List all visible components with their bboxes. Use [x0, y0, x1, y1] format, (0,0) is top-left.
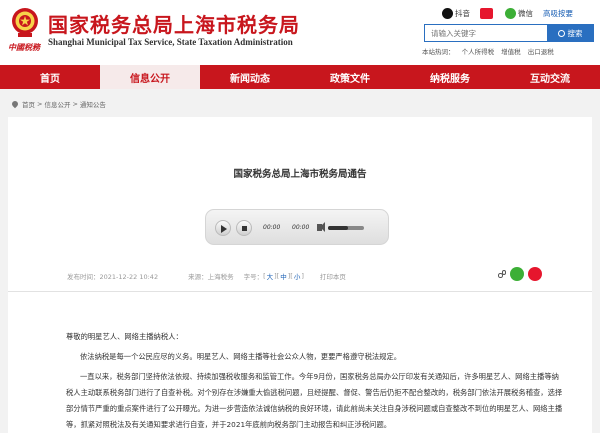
tax-emblem-icon: [12, 8, 38, 37]
wechat-share-icon[interactable]: [510, 267, 524, 281]
font-size-medium[interactable]: 中: [280, 271, 287, 281]
share-bar: [498, 267, 542, 281]
weibo-icon: [480, 7, 493, 19]
brand-calligraphy-mark: 中國税務: [8, 43, 40, 52]
nav-item-news[interactable]: 新闻动态: [200, 65, 300, 89]
location-icon: [10, 99, 20, 109]
hotwords: 本站热词： 个人所得税 增值税 出口退税: [422, 46, 559, 56]
site-subtitle: Shanghai Municipal Tax Service, State Ta…: [48, 37, 293, 47]
search-button-label: 搜索: [567, 28, 583, 38]
breadcrumb-info[interactable]: 信息公开: [44, 99, 70, 109]
hotword-link[interactable]: 出口退税: [528, 48, 554, 56]
audio-player: 00:00 00:00: [205, 209, 389, 245]
nav-item-home[interactable]: 首页: [0, 65, 100, 89]
volume-slider-fill: [328, 226, 348, 230]
duration-time: 00:00: [292, 224, 310, 231]
breadcrumb: 首页 > 信息公开 > 通知公告: [10, 99, 106, 109]
search-button[interactable]: 搜索: [547, 25, 593, 41]
search-box: 搜索: [424, 24, 594, 42]
share-icon[interactable]: [498, 270, 506, 278]
hotword-link[interactable]: 增值税: [501, 48, 521, 56]
douyin-label: 抖音: [455, 8, 470, 18]
volume-slider[interactable]: [328, 226, 364, 230]
article-source: 来源：上海税务: [188, 273, 234, 281]
nav-item-interaction[interactable]: 互动交流: [500, 65, 600, 89]
breadcrumb-home[interactable]: 首页: [22, 99, 35, 109]
douyin-icon: [442, 7, 453, 19]
wechat-label: 微信: [518, 8, 533, 18]
article-card: 国家税务总局上海市税务局通告 00:00 00:00 发布时间：2021-12-…: [8, 117, 592, 433]
site-title: 国家税务总局上海市税务局: [48, 13, 300, 37]
font-size-large[interactable]: 大: [267, 271, 274, 281]
font-size-label: 字号：: [243, 273, 264, 281]
paragraph: 一直以来，税务部门坚持依法依规、持续加强税收服务和监管工作。今年9月份，国家税务…: [66, 372, 563, 429]
article-meta: 发布时间：2021-12-22 10:42 来源：上海税务 字号： [大] [中…: [67, 271, 346, 281]
weibo-link[interactable]: [480, 7, 495, 19]
volume-icon[interactable]: [317, 222, 325, 232]
divider: [8, 291, 592, 292]
wechat-link[interactable]: 微信: [505, 7, 533, 19]
search-icon: [557, 29, 565, 37]
weibo-share-icon[interactable]: [528, 267, 542, 281]
nav-item-info-disclosure[interactable]: 信息公开: [100, 65, 200, 89]
stop-button[interactable]: [236, 220, 252, 236]
current-time: 00:00: [263, 224, 281, 231]
top-links: 抖音 微信 高吸按要: [442, 6, 583, 20]
breadcrumb-notice[interactable]: 通知公告: [80, 99, 106, 109]
article-title: 国家税务总局上海市税务局通告: [233, 169, 367, 180]
search-input[interactable]: [425, 25, 547, 41]
paragraph: 依法纳税是每一个公民应尽的义务。明星艺人、网络主播等社会公众人物，更要严格遵守税…: [80, 352, 402, 361]
nav-item-policy[interactable]: 政策文件: [300, 65, 400, 89]
salutation: 尊敬的明星艺人、网络主播纳税人：: [66, 332, 183, 341]
nav-item-tax-service[interactable]: 纳税服务: [400, 65, 500, 89]
main-nav: 首页 信息公开 新闻动态 政策文件 纳税服务 互动交流: [0, 65, 600, 89]
high-contrast-link[interactable]: 高吸按要: [543, 8, 573, 19]
wechat-icon: [505, 7, 516, 19]
site-header: 国家税务总局上海市税务局 Shanghai Municipal Tax Serv…: [0, 0, 600, 65]
publish-date: 发布时间：2021-12-22 10:42: [67, 273, 159, 281]
article-body: 尊敬的明星艺人、网络主播纳税人： 依法纳税是每一个公民应尽的义务。明星艺人、网络…: [66, 329, 566, 433]
hotwords-label: 本站热词：: [422, 48, 455, 56]
print-link[interactable]: 打印本页: [320, 271, 346, 281]
play-button[interactable]: [215, 220, 231, 236]
douyin-link[interactable]: 抖音: [442, 7, 470, 19]
hotword-link[interactable]: 个人所得税: [462, 48, 495, 56]
font-size-small[interactable]: 小: [294, 271, 301, 281]
